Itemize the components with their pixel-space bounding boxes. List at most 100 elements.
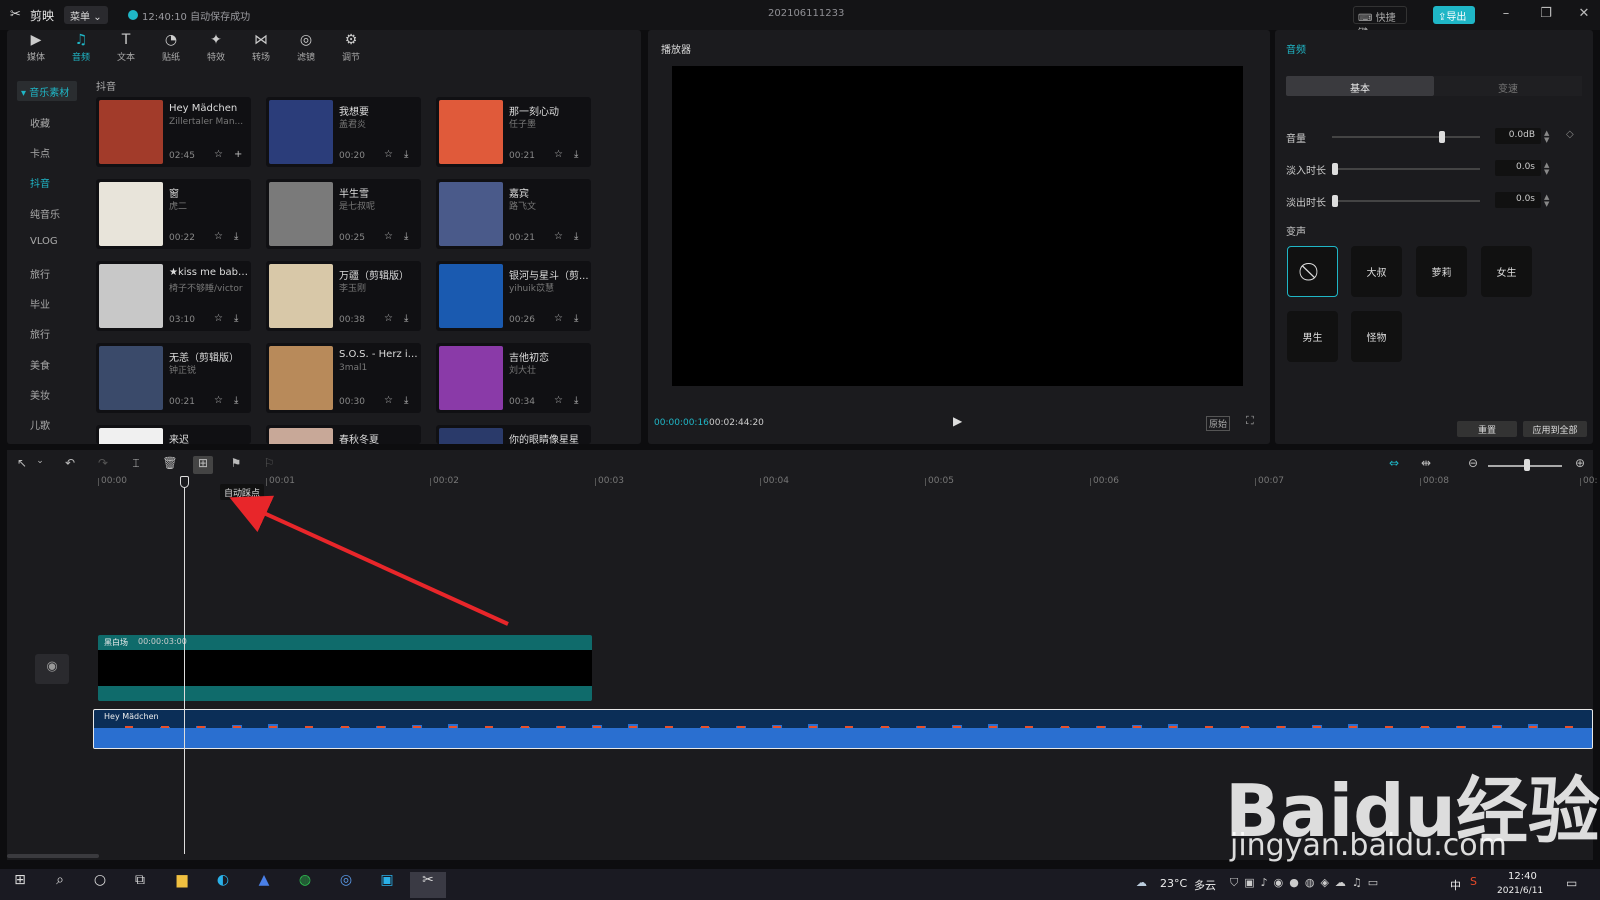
voice-loli-button[interactable]: 萝莉 bbox=[1416, 246, 1467, 297]
apply-all-button[interactable]: 应用到全部 bbox=[1523, 421, 1587, 437]
timeline-scrollbar[interactable] bbox=[7, 854, 99, 858]
file-explorer-icon[interactable]: ▆ bbox=[164, 872, 200, 898]
audio-clip[interactable] bbox=[93, 709, 1593, 749]
music-card[interactable]: 你的眼睛像星星 bbox=[436, 425, 591, 444]
music-card[interactable]: 春秋冬夏 bbox=[266, 425, 421, 444]
download-icon[interactable]: ⤓ bbox=[404, 231, 408, 242]
category-item[interactable]: 旅行 bbox=[18, 326, 76, 344]
download-icon[interactable]: ⤓ bbox=[404, 313, 408, 324]
system-tray-icons[interactable]: ⛉▣♪◉●◍◈☁♫▭ bbox=[1230, 876, 1384, 890]
download-icon[interactable]: ⤓ bbox=[574, 149, 578, 160]
music-card[interactable]: 嘉宾 路飞文 00:21 ☆ ⤓ bbox=[436, 179, 591, 249]
fade-out-slider-knob[interactable] bbox=[1332, 195, 1338, 207]
tab-adjust[interactable]: ⚙ 调节 bbox=[331, 32, 371, 66]
minimize-icon[interactable]: – bbox=[1496, 6, 1516, 24]
star-icon[interactable]: ☆ bbox=[384, 395, 393, 406]
fade-in-slider-track[interactable] bbox=[1332, 168, 1480, 170]
download-icon[interactable]: ⤓ bbox=[404, 149, 408, 160]
category-item[interactable]: 纯音乐 bbox=[18, 206, 76, 224]
track-mute-button[interactable]: ◉ bbox=[35, 654, 69, 684]
star-icon[interactable]: ☆ bbox=[384, 149, 393, 160]
split-icon[interactable]: ⌶ bbox=[126, 456, 146, 474]
music-card[interactable]: 半生雪 是七叔呢 00:25 ☆ ⤓ bbox=[266, 179, 421, 249]
marker-flag-icon[interactable]: ⚑ bbox=[226, 456, 246, 474]
star-icon[interactable]: ☆ bbox=[214, 231, 223, 242]
category-item[interactable]: 卡点 bbox=[18, 145, 76, 163]
star-icon[interactable]: ☆ bbox=[214, 395, 223, 406]
edge-browser-icon[interactable]: ◐ bbox=[205, 872, 241, 898]
download-icon[interactable]: ⤓ bbox=[234, 395, 238, 406]
download-icon[interactable]: ⤓ bbox=[404, 395, 408, 406]
jianying-taskbar-icon[interactable]: ✂ bbox=[410, 872, 446, 898]
star-icon[interactable]: ☆ bbox=[554, 395, 563, 406]
select-tool-icon[interactable]: ↖ bbox=[12, 456, 32, 474]
download-icon[interactable]: ⤓ bbox=[234, 313, 238, 324]
search-icon[interactable]: ⌕ bbox=[42, 872, 78, 898]
category-item[interactable]: 旅行 bbox=[18, 266, 76, 284]
browser-icon[interactable]: ◎ bbox=[328, 872, 364, 898]
auto-beat-icon[interactable]: ⊞ bbox=[193, 456, 213, 474]
link-track-icon[interactable]: ⇔ bbox=[1384, 456, 1404, 474]
playhead-handle[interactable] bbox=[180, 476, 189, 488]
zoom-out-icon[interactable]: ⊖ bbox=[1463, 456, 1483, 474]
star-icon[interactable]: ☆ bbox=[214, 149, 223, 160]
cortana-icon[interactable]: ○ bbox=[82, 872, 118, 898]
category-item[interactable]: 抖音 bbox=[18, 175, 76, 193]
download-icon[interactable]: ⤓ bbox=[574, 231, 578, 242]
export-button[interactable]: ⇪导出 bbox=[1433, 6, 1475, 24]
star-icon[interactable]: ☆ bbox=[554, 149, 563, 160]
music-card[interactable]: 吉他初恋 刘大壮 00:34 ☆ ⤓ bbox=[436, 343, 591, 413]
download-icon[interactable]: ⤓ bbox=[574, 313, 578, 324]
tab-basic[interactable]: 基本 bbox=[1286, 76, 1434, 96]
delete-icon[interactable]: 🗑 bbox=[160, 456, 180, 474]
sogou-icon[interactable]: S bbox=[1470, 875, 1477, 888]
task-view-icon[interactable]: ⧉ bbox=[122, 872, 158, 898]
volume-stepper-icon[interactable]: ▲ ▼ bbox=[1544, 130, 1549, 144]
music-card[interactable]: 窗虎二 00:22 ☆ ⤓ bbox=[96, 179, 251, 249]
close-icon[interactable]: ✕ bbox=[1574, 6, 1594, 24]
category-item[interactable]: 儿歌 bbox=[18, 417, 76, 435]
category-item[interactable]: 美妆 bbox=[18, 387, 76, 405]
clear-marker-icon[interactable]: ⚐ bbox=[259, 456, 279, 474]
music-card[interactable]: 来迟 bbox=[96, 425, 251, 444]
music-card[interactable]: Hey Mädchen Zillertaler Man... 02:45 ☆ + bbox=[96, 97, 251, 167]
undo-icon[interactable]: ↶ bbox=[60, 456, 80, 474]
windows-start-icon[interactable]: ⊞ bbox=[2, 872, 38, 898]
tab-media[interactable]: ▶ 媒体 bbox=[16, 32, 56, 66]
voice-monster-button[interactable]: 怪物 bbox=[1351, 311, 1402, 362]
tab-filter[interactable]: ◎ 滤镜 bbox=[286, 32, 326, 66]
music-card[interactable]: S.O.S. - Herz in... 3mal1 00:30 ☆ ⤓ bbox=[266, 343, 421, 413]
app-icon-cyan[interactable]: ▣ bbox=[369, 872, 405, 898]
voice-male-button[interactable]: 男生 bbox=[1287, 311, 1338, 362]
music-card[interactable]: 我想要 盖君炎 00:20 ☆ ⤓ bbox=[266, 97, 421, 167]
tab-text[interactable]: T 文本 bbox=[106, 32, 146, 66]
redo-icon[interactable]: ↷ bbox=[93, 456, 113, 474]
star-icon[interactable]: ☆ bbox=[384, 231, 393, 242]
star-icon[interactable]: ☆ bbox=[554, 313, 563, 324]
voice-uncle-button[interactable]: 大叔 bbox=[1351, 246, 1402, 297]
fade-in-slider-knob[interactable] bbox=[1332, 163, 1338, 175]
voice-female-button[interactable]: 女生 bbox=[1481, 246, 1532, 297]
volume-value[interactable]: 0.0dB bbox=[1495, 128, 1541, 144]
reset-button[interactable]: 重置 bbox=[1457, 421, 1517, 437]
wechat-icon[interactable]: ◍ bbox=[287, 872, 323, 898]
fade-in-stepper-icon[interactable]: ▲ ▼ bbox=[1544, 162, 1549, 176]
play-icon[interactable]: ▶ bbox=[953, 414, 962, 428]
fade-out-stepper-icon[interactable]: ▲ ▼ bbox=[1544, 194, 1549, 208]
category-item[interactable]: VLOG bbox=[18, 236, 76, 254]
volume-slider-track[interactable] bbox=[1332, 136, 1480, 138]
keyframe-icon[interactable]: ◇ bbox=[1566, 129, 1574, 140]
tab-audio[interactable]: ♫ 音频 bbox=[61, 32, 101, 66]
tab-sticker[interactable]: ◔ 贴纸 bbox=[151, 32, 191, 66]
add-icon[interactable]: + bbox=[234, 149, 242, 160]
download-icon[interactable]: ⤓ bbox=[234, 231, 238, 242]
input-method-indicator[interactable]: 中 bbox=[1450, 877, 1461, 893]
restore-icon[interactable]: ❐ bbox=[1536, 6, 1556, 24]
category-item[interactable]: 毕业 bbox=[18, 296, 76, 314]
tab-transition[interactable]: ⋈ 转场 bbox=[241, 32, 281, 66]
fade-out-slider-track[interactable] bbox=[1332, 200, 1480, 202]
menu-button[interactable]: 菜单 ⌄ bbox=[64, 6, 108, 24]
snap-icon[interactable]: ⇹ bbox=[1416, 456, 1436, 474]
select-tool-dropdown-icon[interactable]: ⌄ bbox=[30, 456, 50, 474]
star-icon[interactable]: ☆ bbox=[214, 313, 223, 324]
